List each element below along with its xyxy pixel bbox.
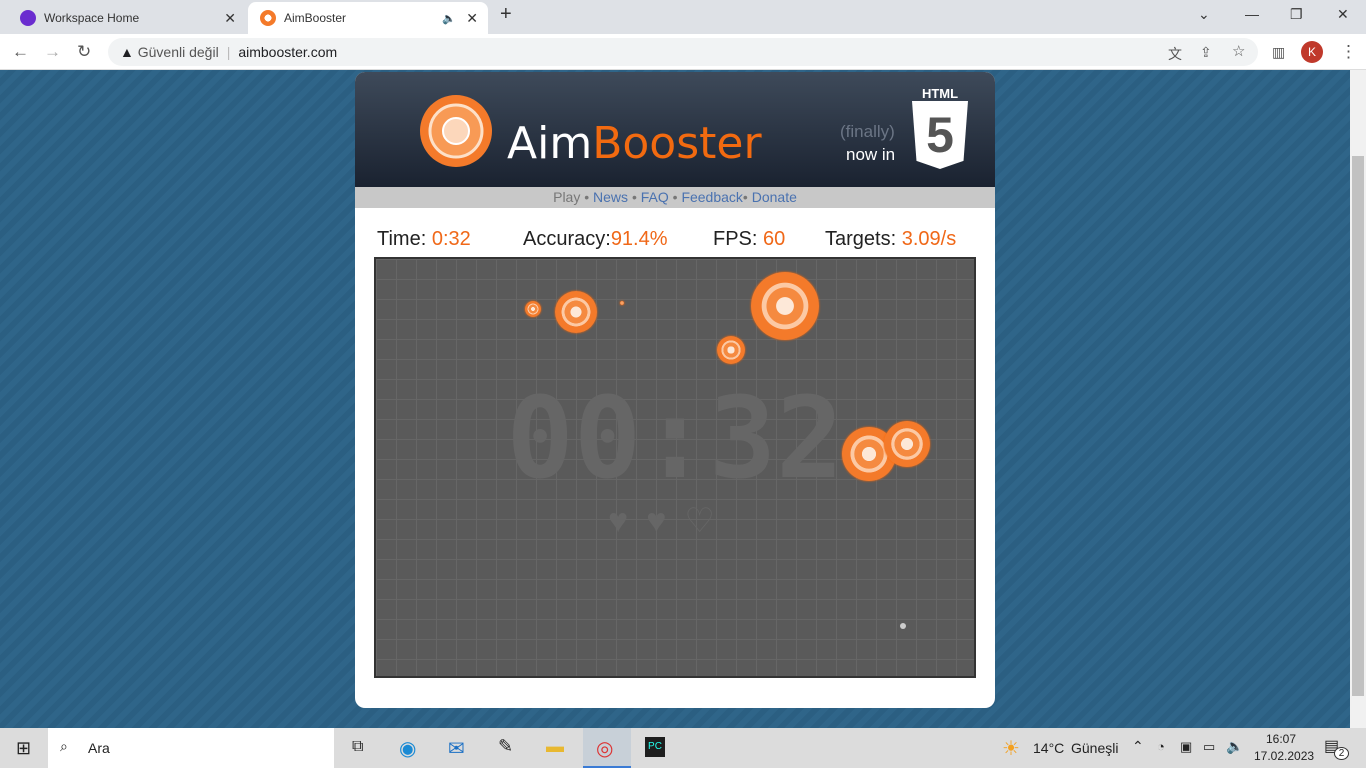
taskbar: ⊞ ⌕ Ara ⧉ ◉ ✉ ✎ ▬ ◎ PC ☀ 14°C Güneşli ⌃ ◔… [0,728,1366,768]
target[interactable] [525,301,541,317]
separator: • [631,189,637,205]
nav-feedback[interactable]: Feedback [681,189,742,205]
volume-icon[interactable]: 🔈 [1226,738,1243,755]
clock-date[interactable]: 17.02.2023 [1254,749,1314,763]
aimbooster-logo-icon [420,95,492,167]
close-tab-icon[interactable]: ✕ [466,10,478,27]
separator: • [672,189,678,205]
stat-accuracy: Accuracy:91.4% [523,228,668,251]
weather-text[interactable]: Güneşli [1071,740,1118,756]
brand-title: AimBooster [507,118,762,169]
target[interactable] [717,336,745,364]
taskbar-search[interactable]: ⌕ Ara [48,728,334,768]
chrome-icon: ◎ [596,738,614,760]
html5-shield-icon: 5 [912,101,968,169]
side-panel-icon[interactable]: ▥ [1272,44,1285,61]
tab-title: AimBooster [284,11,347,25]
scrollbar-thumb[interactable] [1352,156,1364,696]
camera-icon[interactable]: ▣ [1180,739,1192,755]
windows-start-icon[interactable]: ⊞ [16,738,31,759]
wifi-icon[interactable]: ◔ [1157,739,1165,754]
separator: • [584,189,590,205]
target[interactable] [751,272,819,340]
brand-booster: Booster [592,118,762,169]
battery-icon[interactable]: ▭ [1203,739,1215,755]
warning-icon: ▲ [120,44,138,60]
chrome-taskbar-button[interactable]: ◎ [583,728,631,768]
lives-hearts: ♥♥♡ [608,501,733,541]
heart-empty-icon: ♡ [684,502,733,540]
search-placeholder: Ara [88,740,110,756]
target[interactable] [555,291,597,333]
close-tab-icon[interactable]: ✕ [224,10,236,27]
nav-news[interactable]: News [593,189,628,205]
edge-icon[interactable]: ◉ [399,736,416,761]
value: 0:32 [431,228,471,250]
task-view-icon[interactable]: ⧉ [352,738,363,756]
target[interactable] [884,421,930,467]
value: 3.09/s [901,228,957,250]
restore-button[interactable]: ❐ [1290,6,1303,23]
stat-time: Time: 0:32 [377,228,471,251]
workspace-favicon-icon [20,10,36,26]
brand-aim: Aim [507,118,593,169]
audio-playing-icon[interactable]: 🔈 [442,12,456,25]
value: 91.4% [610,228,668,250]
share-icon[interactable]: ⇪ [1200,44,1212,61]
back-button[interactable]: ← [12,42,29,62]
forward-button[interactable]: → [44,42,61,62]
tab-title: Workspace Home [44,11,140,25]
nav-donate[interactable]: Donate [752,189,797,205]
clock-time[interactable]: 16:07 [1266,732,1296,746]
minimize-button[interactable]: — [1245,6,1259,22]
heart-full-icon: ♥ [608,502,647,540]
stat-fps: FPS: 60 [713,228,785,251]
separator: • [742,189,748,205]
menu-kebab-icon[interactable]: ⋮ [1340,42,1357,62]
weather-icon[interactable]: ☀ [1002,736,1020,761]
scrollbar[interactable] [1350,70,1366,728]
omnibox[interactable]: ▲ Güvenli değil | aimbooster.com [108,38,1258,66]
label: Time: [377,228,427,250]
nav-play[interactable]: Play [553,189,580,205]
aimbooster-favicon-icon [260,10,276,26]
address-bar-row: ← → ↻ ▲ Güvenli değil | aimbooster.com 文 ⇪… [0,34,1366,70]
label: Accuracy: [523,228,611,250]
security-label[interactable]: Güvenli değil [138,44,219,60]
reload-button[interactable]: ↻ [77,42,91,62]
tray-chevron-icon[interactable]: ⌃ [1132,738,1144,755]
label: Targets: [825,228,897,250]
translate-icon[interactable]: 文 [1168,44,1182,64]
new-tab-button[interactable]: + [500,3,512,26]
stat-targets: Targets: 3.09/s [825,228,956,251]
tab-search-icon[interactable]: ⌄ [1198,6,1210,23]
bookmark-star-icon[interactable]: ☆ [1232,42,1245,60]
site-nav: Play • News • FAQ • Feedback• Donate [355,187,995,208]
label: FPS: [713,228,758,250]
tab-bar: Workspace Home ✕ AimBooster 🔈 ✕ + ⌄ — ❐ ✕ [0,0,1366,34]
close-window-button[interactable]: ✕ [1337,6,1349,23]
now-in-text: now in [846,145,896,164]
pen-icon[interactable]: ✎ [498,736,513,757]
cursor-dot [900,623,906,629]
tab-workspace-home[interactable]: Workspace Home ✕ [8,2,246,34]
html5-label: HTML [921,86,959,101]
tab-aimbooster[interactable]: AimBooster 🔈 ✕ [248,2,488,34]
heart-full-icon: ♥ [646,502,685,540]
weather-temp[interactable]: 14°C [1033,740,1064,756]
html5-badge: HTML 5 [912,86,968,169]
pycharm-icon[interactable]: PC [645,737,665,757]
url-text[interactable]: aimbooster.com [238,44,337,60]
search-icon: ⌕ [60,738,68,754]
mail-icon[interactable]: ✉ [448,736,465,761]
file-explorer-icon[interactable]: ▬ [546,736,564,757]
game-canvas[interactable]: 00:32 ♥♥♡ [374,257,976,678]
nav-faq[interactable]: FAQ [641,189,669,205]
target[interactable] [620,301,624,305]
value: 60 [763,228,786,250]
profile-avatar[interactable]: K [1301,41,1323,63]
notification-count: 2 [1334,747,1349,760]
finally-text: (finally) [840,122,895,141]
